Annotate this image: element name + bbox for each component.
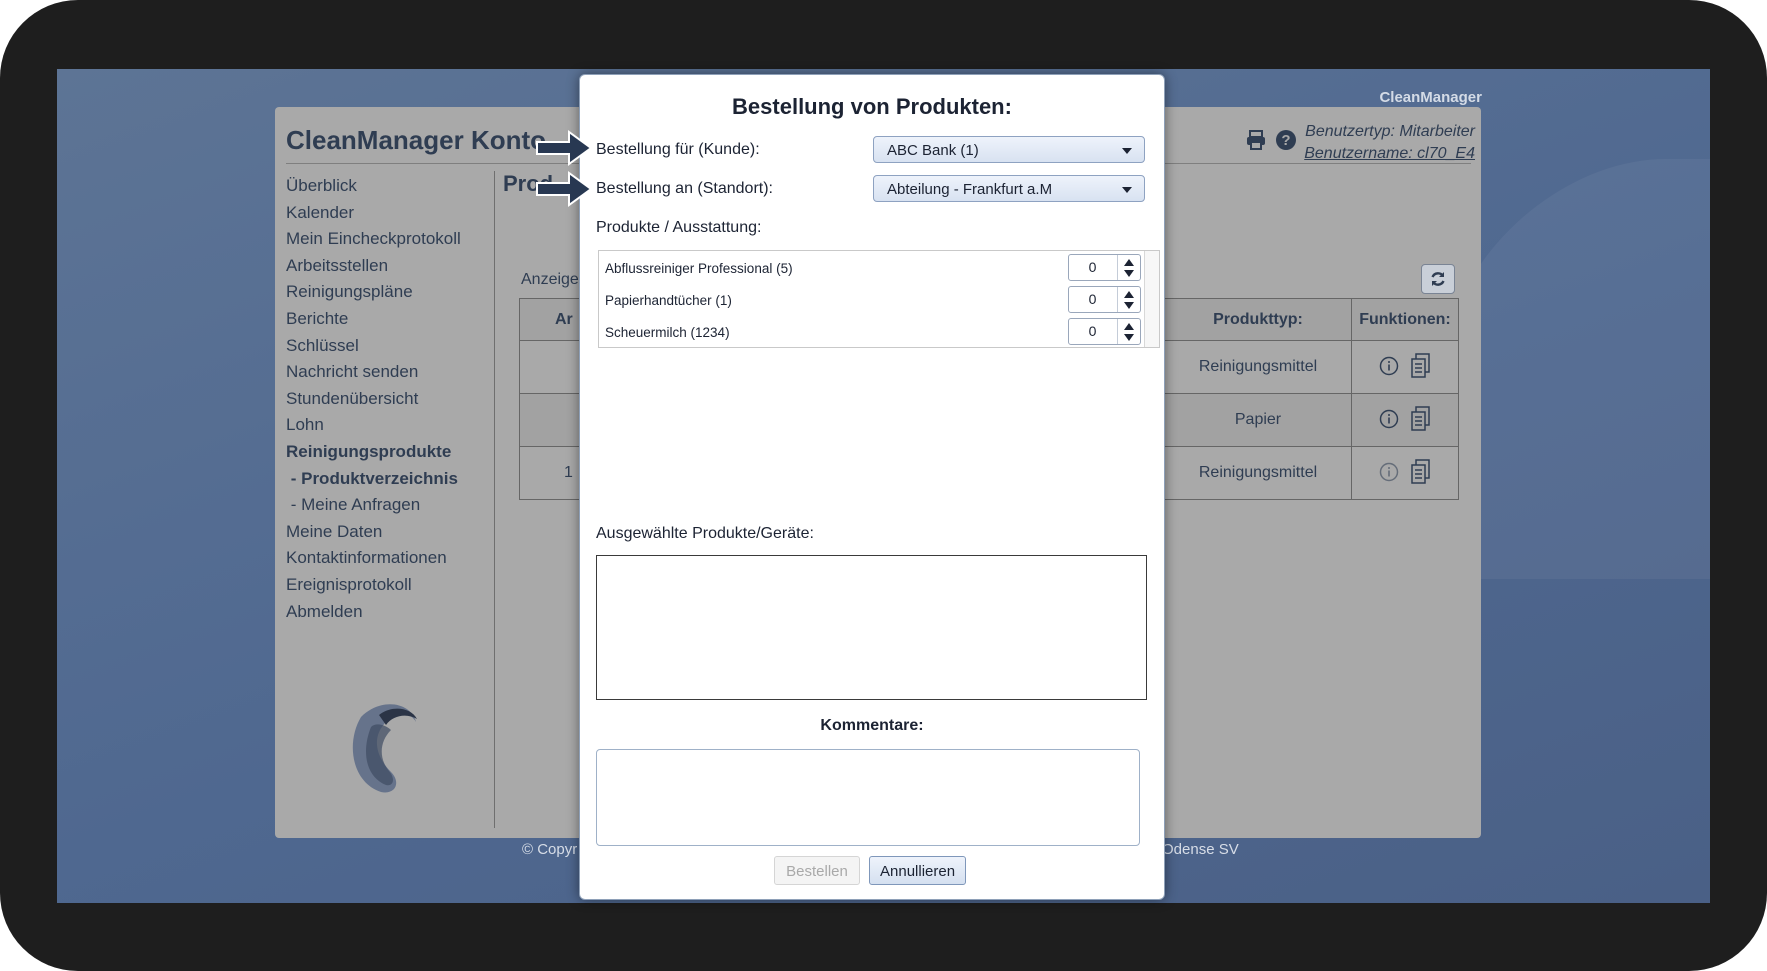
location-select-value: Abteilung - Frankfurt a.M (887, 181, 1053, 198)
nav-item-arbeitsstellen[interactable]: Arbeitsstellen (286, 253, 461, 280)
nav-item-kontaktinformationen[interactable]: Kontaktinformationen (286, 545, 461, 572)
location-select[interactable]: Abteilung - Frankfurt a.M (873, 175, 1145, 202)
nav-item-abmelden[interactable]: Abmelden (286, 599, 461, 626)
chevron-down-icon (1122, 187, 1132, 193)
increment-icon[interactable] (1124, 323, 1134, 330)
copy-icon[interactable] (1411, 459, 1431, 485)
selected-products-label: Ausgewählte Produkte/Geräte: (596, 525, 814, 542)
products-label: Produkte / Ausstattung: (596, 219, 762, 236)
arrow-right-icon (536, 171, 593, 207)
quantity-value[interactable]: 0 (1069, 291, 1116, 307)
decrement-icon[interactable] (1124, 334, 1134, 341)
table-cell-type: Reinigungsmittel (1164, 446, 1352, 500)
sidebar-divider (494, 171, 495, 828)
product-list: Abflussreiniger Professional (5) 0 Papie… (598, 250, 1160, 348)
footer-company: Odense SV (1162, 841, 1239, 858)
customer-select[interactable]: ABC Bank (1) (873, 136, 1145, 163)
table-cell-type: Reinigungsmittel (1164, 340, 1352, 394)
nav-item-reinigungsplaene[interactable]: Reinigungspläne (286, 279, 461, 306)
order-button[interactable]: Bestellen (774, 856, 860, 885)
table-cell-type: Papier (1164, 393, 1352, 447)
chevron-down-icon (1122, 148, 1132, 154)
cancel-button[interactable]: Annullieren (869, 856, 966, 885)
print-icon[interactable] (1245, 129, 1267, 151)
decrement-icon[interactable] (1124, 270, 1134, 277)
footer-copyright: © Copyr (522, 841, 578, 858)
product-name: Papierhandtücher (1) (605, 293, 732, 308)
info-icon[interactable] (1379, 409, 1399, 429)
nav-item-ereignisprotokoll[interactable]: Ereignisprotokoll (286, 572, 461, 599)
nav-item-eincheckprotokoll[interactable]: Mein Eincheckprotokoll (286, 226, 461, 253)
selected-products-box[interactable] (596, 555, 1147, 700)
comments-textarea[interactable] (596, 749, 1140, 846)
info-icon[interactable] (1379, 462, 1399, 482)
brand-top: CleanManager (1379, 89, 1482, 106)
help-icon[interactable]: ? (1275, 129, 1297, 151)
table-header-funktionen: Funktionen: (1351, 298, 1459, 341)
copy-icon[interactable] (1411, 406, 1431, 432)
device-frame: CleanManager CleanManager Konto ? Benutz… (0, 0, 1767, 971)
nav-item-kalender[interactable]: Kalender (286, 200, 461, 227)
nav-item-schluessel[interactable]: Schlüssel (286, 333, 461, 360)
nav-item-produktverzeichnis[interactable]: - Produktverzeichnis (286, 466, 461, 493)
product-name: Abflussreiniger Professional (5) (605, 261, 793, 276)
arrow-right-icon (536, 130, 593, 166)
info-icon[interactable] (1379, 356, 1399, 376)
nav-item-meine-daten[interactable]: Meine Daten (286, 519, 461, 546)
nav-item-stundenuebersicht[interactable]: Stundenübersicht (286, 386, 461, 413)
quantity-stepper[interactable]: 0 (1068, 286, 1141, 313)
nav-item-berichte[interactable]: Berichte (286, 306, 461, 333)
quantity-stepper[interactable]: 0 (1068, 318, 1141, 345)
nav-item-meine-anfragen[interactable]: - Meine Anfragen (286, 492, 461, 519)
copy-icon[interactable] (1411, 353, 1431, 379)
header-icons: ? (1245, 129, 1297, 151)
comments-label: Kommentare: (820, 717, 924, 734)
product-name: Scheuermilch (1234) (605, 325, 730, 340)
show-entries-label: Anzeige (521, 271, 579, 288)
refresh-button[interactable] (1421, 264, 1455, 294)
app-title: CleanManager Konto (286, 125, 547, 155)
quantity-stepper[interactable]: 0 (1068, 254, 1141, 281)
increment-icon[interactable] (1124, 259, 1134, 266)
table-header-produkttyp[interactable]: Produkttyp: (1164, 298, 1352, 341)
user-name[interactable]: Benutzername: cl70_E4 (1304, 143, 1475, 165)
svg-text:?: ? (1281, 132, 1290, 149)
order-dialog: Bestellung von Produkten: Bestellung für… (579, 74, 1165, 900)
location-label: Bestellung an (Standort): (596, 180, 773, 197)
customer-select-value: ABC Bank (1) (887, 142, 979, 159)
nav-item-ueberblick[interactable]: Überblick (286, 173, 461, 200)
nav-item-nachricht-senden[interactable]: Nachricht senden (286, 359, 461, 386)
user-type: Benutzertyp: Mitarbeiter (1305, 123, 1475, 140)
quantity-value[interactable]: 0 (1069, 259, 1116, 275)
dialog-title: Bestellung von Produkten: (732, 94, 1012, 119)
product-list-scrollbar[interactable] (1144, 251, 1159, 347)
company-logo (341, 697, 421, 802)
customer-label: Bestellung für (Kunde): (596, 141, 760, 158)
nav-item-lohn[interactable]: Lohn (286, 412, 461, 439)
refresh-icon (1431, 272, 1445, 286)
increment-icon[interactable] (1124, 291, 1134, 298)
sidebar-nav: Überblick Kalender Mein Eincheckprotokol… (286, 173, 461, 625)
user-info: Benutzertyp: Mitarbeiter Benutzername: c… (1304, 121, 1475, 165)
decrement-icon[interactable] (1124, 302, 1134, 309)
quantity-value[interactable]: 0 (1069, 323, 1116, 339)
nav-item-reinigungsprodukte[interactable]: Reinigungsprodukte (286, 439, 461, 466)
